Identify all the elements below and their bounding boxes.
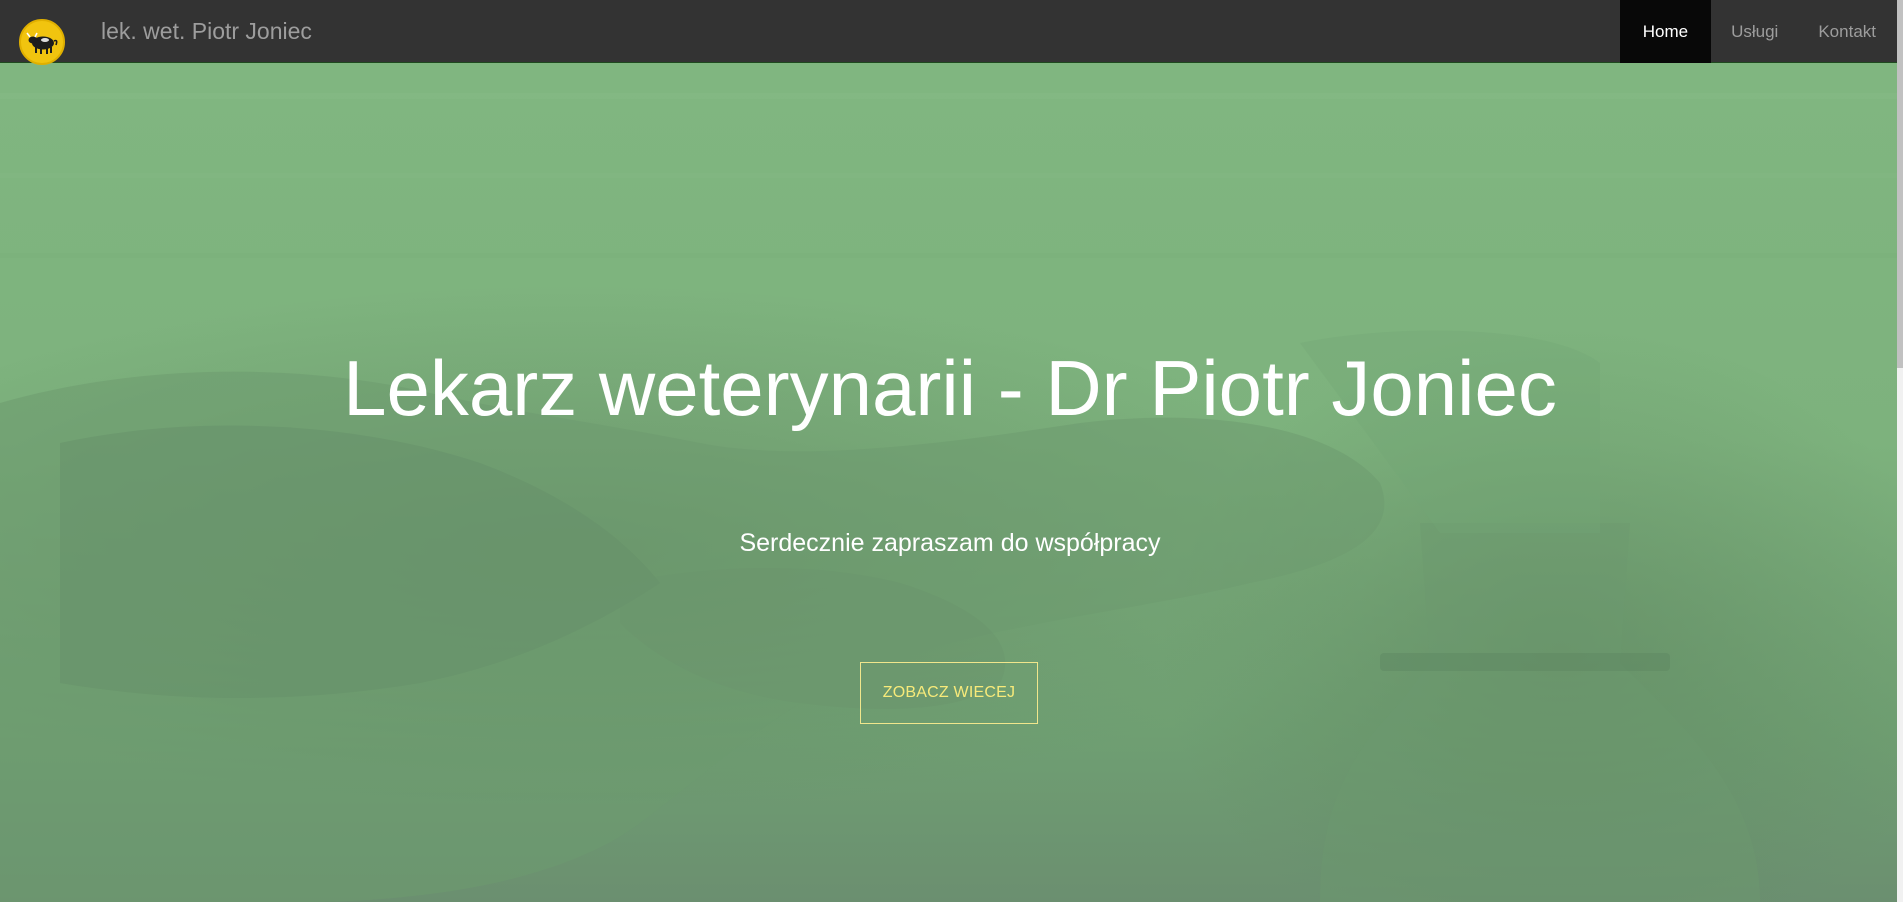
hero-section: Lekarz weterynarii - Dr Piotr Joniec Ser… (0, 63, 1903, 902)
bull-icon (22, 22, 62, 62)
hero-title: Lekarz weterynarii - Dr Piotr Joniec (343, 344, 1557, 432)
nav-item-uslugi[interactable]: Usługi (1711, 0, 1798, 63)
page: lek. wet. Piotr Joniec Home Usługi Konta… (0, 0, 1903, 902)
hero-subtitle: Serdecznie zapraszam do współpracy (739, 529, 1161, 557)
nav-item-kontakt[interactable]: Kontakt (1798, 0, 1903, 63)
nav-item-home[interactable]: Home (1619, 0, 1712, 63)
page-scrollbar[interactable] (1897, 0, 1903, 902)
vet-logo-icon[interactable] (19, 19, 65, 65)
see-more-button[interactable]: ZOBACZ WIECEJ (860, 662, 1038, 724)
hero-background-image (0, 93, 1903, 902)
site-brand-link[interactable]: lek. wet. Piotr Joniec (101, 18, 312, 45)
scrollbar-thumb[interactable] (1897, 0, 1903, 368)
top-navbar: lek. wet. Piotr Joniec Home Usługi Konta… (0, 0, 1903, 65)
main-nav: Home Usługi Kontakt (1619, 0, 1903, 63)
